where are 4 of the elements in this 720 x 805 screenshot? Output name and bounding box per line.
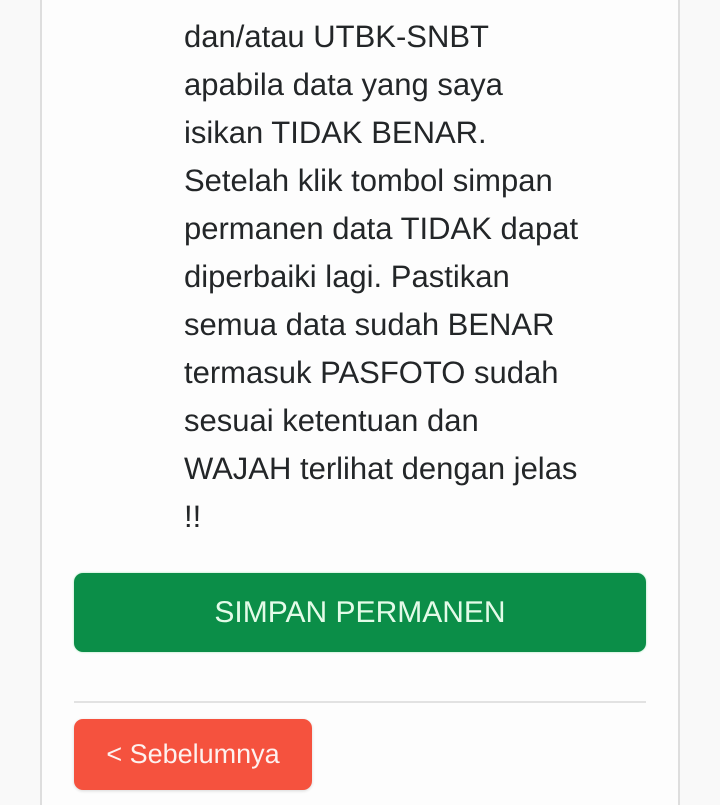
notice-paragraph: Setelah klik tombol simpan permanen data TIDAK dapat diperbaiki lagi. Pastikan semua data sudah BENAR termasuk PASFOTO sudah sesuai ketentuan dan WAJAH terlihat dengan jelas !! [184, 162, 580, 536]
notice-paragraph: dan/atau UTBK-SNBT apabila data yang saya isikan TIDAK BENAR. [184, 18, 504, 152]
previous-button[interactable]: < Sebelumnya [74, 719, 312, 790]
save-permanent-button[interactable]: SIMPAN PERMANEN [74, 573, 646, 652]
